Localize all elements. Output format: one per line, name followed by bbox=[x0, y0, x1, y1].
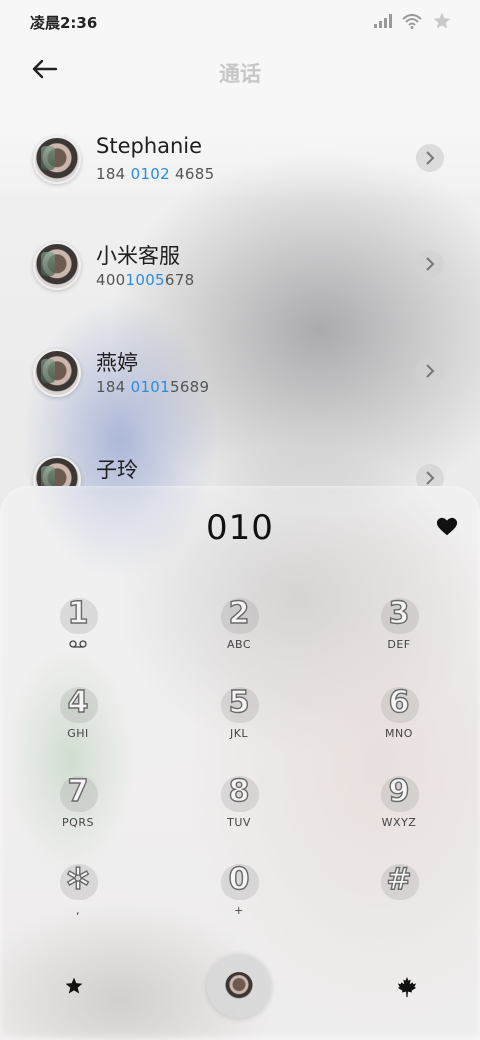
header: 通话 bbox=[0, 50, 480, 90]
details-button[interactable] bbox=[416, 464, 444, 486]
key-digit: 7 bbox=[67, 773, 89, 809]
signal-icon bbox=[374, 14, 392, 28]
list-item[interactable]: Stephanie 184 0102 4685 bbox=[0, 130, 480, 200]
key-letters: TUV bbox=[227, 816, 251, 829]
dial-key-9[interactable]: 9 WXYZ bbox=[339, 773, 459, 854]
key-digit: 2 bbox=[228, 595, 250, 631]
key-letters: MNO bbox=[385, 727, 413, 740]
favorite-button[interactable] bbox=[436, 516, 458, 538]
key-letters: JKL bbox=[229, 727, 249, 740]
key-digit: ✲ bbox=[65, 861, 92, 897]
voicemail-icon bbox=[69, 640, 87, 648]
key-letters: + bbox=[234, 904, 244, 917]
details-button[interactable] bbox=[416, 250, 444, 278]
key-digit: 9 bbox=[388, 773, 410, 809]
status-icons bbox=[374, 11, 452, 31]
avatar bbox=[33, 242, 81, 290]
page-title: 通话 bbox=[219, 62, 261, 86]
key-digit: 4 bbox=[67, 684, 89, 720]
menu-button[interactable] bbox=[396, 976, 418, 998]
key-digit: 3 bbox=[388, 595, 410, 631]
key-letters: WXYZ bbox=[381, 816, 417, 829]
list-item[interactable]: 小米客服 4001005678 bbox=[0, 236, 480, 306]
heart-icon bbox=[436, 517, 458, 536]
contact-number: 184 0102 4685 bbox=[96, 165, 215, 183]
call-button[interactable] bbox=[207, 954, 271, 1018]
avatar bbox=[225, 972, 253, 1000]
key-digit: 5 bbox=[228, 684, 250, 720]
dial-key-4[interactable]: 4 GHI bbox=[18, 684, 138, 765]
contact-number: 184 01015689 bbox=[96, 378, 210, 396]
avatar bbox=[33, 349, 81, 397]
chevron-right-icon bbox=[426, 364, 435, 378]
key-digit: # bbox=[386, 861, 413, 897]
avatar bbox=[33, 456, 81, 486]
contact-name: Stephanie bbox=[96, 134, 203, 158]
status-bar: 凌晨2:36 bbox=[0, 0, 480, 40]
contact-name: 燕婷 bbox=[96, 351, 138, 375]
dial-key-1[interactable]: 1 bbox=[18, 595, 138, 676]
dial-key-7[interactable]: 7 PQRS bbox=[18, 773, 138, 854]
match-highlight: 0102 bbox=[130, 165, 170, 183]
key-digit: 1 bbox=[67, 595, 89, 631]
star-status-icon bbox=[433, 12, 451, 29]
dial-key-0[interactable]: 0 + bbox=[179, 861, 299, 942]
star-icon bbox=[65, 977, 83, 994]
dial-key-3[interactable]: 3 DEF bbox=[339, 595, 459, 676]
match-highlight: 1005 bbox=[125, 271, 165, 289]
key-letters: ABC bbox=[226, 638, 252, 651]
bottom-bar bbox=[0, 952, 480, 1022]
key-digit: 0 bbox=[228, 861, 250, 897]
chevron-right-icon bbox=[426, 257, 435, 271]
wifi-icon bbox=[402, 13, 422, 29]
dial-key-2[interactable]: 2 ABC bbox=[179, 595, 299, 676]
match-highlight: 0101 bbox=[130, 378, 170, 396]
chevron-right-icon bbox=[426, 471, 435, 485]
status-time: 凌晨2:36 bbox=[30, 14, 98, 32]
dial-key-5[interactable]: 5 JKL bbox=[179, 684, 299, 765]
key-digit: 8 bbox=[228, 773, 250, 809]
list-item[interactable]: 燕婷 184 01015689 bbox=[0, 343, 480, 413]
contact-name: 子玲 bbox=[96, 458, 138, 482]
list-item[interactable]: 子玲 bbox=[0, 450, 480, 486]
contact-number: 4001005678 bbox=[96, 271, 195, 289]
dialed-number[interactable]: 010 bbox=[0, 508, 480, 548]
maple-leaf-icon bbox=[397, 976, 417, 998]
details-button[interactable] bbox=[416, 357, 444, 385]
chevron-right-icon bbox=[426, 151, 435, 165]
key-letters: , bbox=[76, 904, 80, 917]
key-digit: 6 bbox=[388, 684, 410, 720]
avatar bbox=[33, 136, 81, 184]
favorites-button[interactable] bbox=[64, 976, 84, 996]
dial-key-star[interactable]: ✲ , bbox=[18, 861, 138, 942]
key-letters: DEF bbox=[387, 638, 411, 651]
details-button[interactable] bbox=[416, 144, 444, 172]
key-letters: GHI bbox=[67, 727, 89, 740]
dial-key-8[interactable]: 8 TUV bbox=[179, 773, 299, 854]
dial-key-hash[interactable]: # bbox=[339, 861, 459, 942]
contact-name: 小米客服 bbox=[96, 244, 180, 268]
dial-key-6[interactable]: 6 MNO bbox=[339, 684, 459, 765]
key-letters: PQRS bbox=[62, 816, 94, 829]
